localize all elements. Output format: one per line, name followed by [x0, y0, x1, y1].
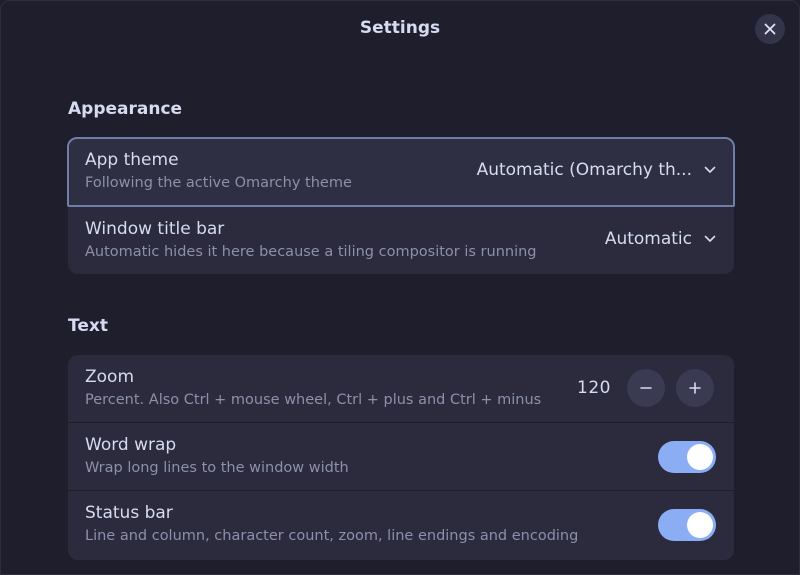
toggle-knob: [687, 444, 713, 470]
status-bar-toggle[interactable]: [658, 509, 716, 541]
window-title: Settings: [359, 18, 441, 38]
chevron-down-icon: [704, 235, 716, 243]
zoom-decrease-button[interactable]: [627, 369, 665, 407]
zoom-description: Percent. Also Ctrl + mouse wheel, Ctrl +…: [85, 392, 542, 408]
row-status-bar[interactable]: Status bar Line and column, character co…: [68, 491, 734, 559]
app-theme-value: Automatic (Omarchy th...: [476, 160, 692, 180]
appearance-group: App theme Following the active Omarchy t…: [67, 137, 735, 275]
status-bar-description: Line and column, character count, zoom, …: [85, 528, 579, 544]
row-window-title-bar[interactable]: Window title bar Automatic hides it here…: [68, 207, 734, 275]
row-word-wrap[interactable]: Word wrap Wrap long lines to the window …: [68, 423, 734, 491]
zoom-stepper: 120: [577, 369, 714, 407]
toggle-knob: [687, 512, 713, 538]
plus-icon: [689, 382, 701, 394]
app-theme-label: App theme: [85, 150, 179, 170]
close-button[interactable]: [755, 14, 785, 44]
app-theme-dropdown[interactable]: Automatic (Omarchy th...: [477, 160, 716, 180]
chevron-down-icon: [704, 166, 716, 174]
settings-window: Settings Appearance App theme Following …: [0, 0, 800, 575]
window-title-bar-description: Automatic hides it here because a tiling…: [85, 244, 537, 260]
word-wrap-label: Word wrap: [85, 435, 177, 455]
window-title-bar-label: Window title bar: [85, 219, 225, 239]
header-bar: Settings: [1, 1, 799, 59]
minus-icon: [640, 387, 652, 389]
row-zoom: Zoom Percent. Also Ctrl + mouse wheel, C…: [68, 355, 734, 423]
word-wrap-toggle[interactable]: [658, 441, 716, 473]
close-icon: [764, 23, 776, 35]
zoom-increase-button[interactable]: [676, 369, 714, 407]
status-bar-label: Status bar: [85, 503, 173, 523]
window-title-bar-dropdown[interactable]: Automatic: [605, 229, 716, 249]
text-group: Zoom Percent. Also Ctrl + mouse wheel, C…: [68, 355, 734, 560]
app-theme-description: Following the active Omarchy theme: [85, 175, 352, 191]
section-title-appearance: Appearance: [68, 99, 183, 119]
window-title-bar-value: Automatic: [604, 229, 692, 249]
zoom-label: Zoom: [85, 367, 135, 387]
row-app-theme[interactable]: App theme Following the active Omarchy t…: [67, 137, 735, 207]
word-wrap-description: Wrap long lines to the window width: [85, 460, 349, 476]
section-title-text: Text: [68, 316, 108, 336]
zoom-value: 120: [577, 378, 611, 398]
